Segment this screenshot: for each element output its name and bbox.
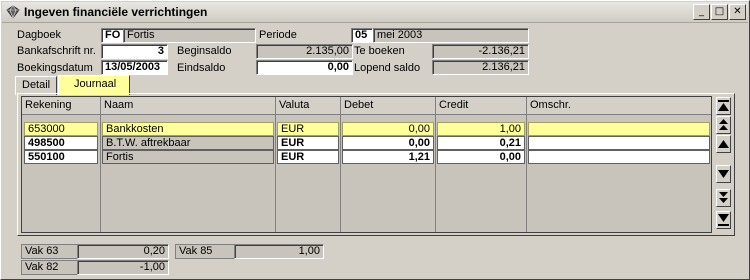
cell-omschr[interactable] bbox=[528, 122, 710, 136]
record-navigator bbox=[716, 97, 731, 232]
app-logo-icon bbox=[6, 5, 20, 19]
vak82-field: -1,00 bbox=[77, 260, 169, 275]
column-divider bbox=[275, 115, 276, 232]
column-header-naam[interactable]: Naam bbox=[101, 97, 276, 115]
first-record-icon bbox=[718, 100, 729, 111]
beginsaldo-field: 2.135,00 bbox=[256, 44, 353, 59]
transactions-grid: Rekening Naam Valuta Debet Credit Omschr… bbox=[21, 96, 712, 233]
cell-naam: B.T.W. aftrekbaar bbox=[102, 136, 274, 150]
minimize-button[interactable]: _ bbox=[693, 4, 710, 20]
tab-journaal[interactable]: Journaal bbox=[58, 75, 130, 95]
last-record-icon bbox=[718, 214, 729, 226]
maximize-button[interactable]: □ bbox=[711, 4, 728, 20]
bankafschrift-field[interactable]: 3 bbox=[101, 44, 168, 59]
cell-debet[interactable]: 0,00 bbox=[342, 136, 434, 150]
eindsaldo-field[interactable]: 0,00 bbox=[256, 60, 353, 75]
vak85-label: Vak 85 bbox=[175, 244, 235, 259]
dagboek-label: Dagboek bbox=[17, 29, 62, 41]
column-divider bbox=[435, 115, 436, 232]
cell-valuta[interactable]: EUR bbox=[277, 150, 339, 164]
previous-record-button[interactable] bbox=[716, 135, 731, 153]
te-boeken-label: Te boeken bbox=[354, 45, 405, 57]
column-header-debet[interactable]: Debet bbox=[341, 97, 436, 115]
next-record-button[interactable] bbox=[716, 165, 731, 183]
first-record-button[interactable] bbox=[716, 97, 731, 115]
cell-debet[interactable]: 0,00 bbox=[342, 122, 434, 136]
boekingsdatum-field[interactable]: 13/05/2003 bbox=[101, 60, 168, 75]
column-header-rekening[interactable]: Rekening bbox=[22, 97, 101, 115]
cell-omschr[interactable] bbox=[528, 150, 710, 164]
cell-omschr[interactable] bbox=[528, 136, 710, 150]
cell-naam[interactable]: Bankkosten bbox=[102, 122, 274, 136]
column-header-valuta[interactable]: Valuta bbox=[276, 97, 341, 115]
boekingsdatum-label: Boekingsdatum bbox=[17, 62, 93, 74]
dagboek-name-field: Fortis bbox=[123, 28, 256, 43]
cell-credit[interactable]: 0,21 bbox=[437, 136, 525, 150]
cell-valuta[interactable]: EUR bbox=[277, 136, 339, 150]
last-record-button[interactable] bbox=[716, 211, 731, 229]
column-divider bbox=[526, 115, 527, 232]
periode-name-field: mei 2003 bbox=[373, 28, 529, 43]
double-down-icon bbox=[719, 192, 728, 203]
dagboek-code-field[interactable]: FO bbox=[101, 28, 124, 43]
bankafschrift-label: Bankafschrift nr. bbox=[17, 45, 96, 57]
column-header-omschr[interactable]: Omschr. bbox=[527, 97, 711, 115]
cell-debet[interactable]: 1,21 bbox=[342, 150, 434, 164]
cell-rekening[interactable]: 653000 bbox=[24, 122, 98, 136]
cell-credit[interactable]: 1,00 bbox=[437, 122, 525, 136]
down-arrow-icon bbox=[718, 170, 729, 178]
vak82-label: Vak 82 bbox=[21, 260, 78, 275]
page-down-button[interactable] bbox=[716, 189, 731, 207]
column-header-credit[interactable]: Credit bbox=[436, 97, 527, 115]
periode-number-field[interactable]: 05 bbox=[351, 28, 373, 43]
window-title: Ingeven financiële verrichtingen bbox=[24, 5, 208, 19]
lopend-saldo-label: Lopend saldo bbox=[354, 62, 421, 74]
main-window: Ingeven financiële verrichtingen _ □ ✕ D… bbox=[0, 0, 750, 280]
column-divider bbox=[100, 115, 101, 232]
periode-label: Periode bbox=[259, 29, 297, 41]
close-button[interactable]: ✕ bbox=[729, 4, 746, 20]
up-arrow-icon bbox=[718, 140, 729, 148]
cell-naam: Fortis bbox=[102, 150, 274, 164]
cell-rekening[interactable]: 550100 bbox=[24, 150, 98, 164]
cell-rekening[interactable]: 498500 bbox=[24, 136, 98, 150]
vak85-field: 1,00 bbox=[234, 244, 324, 259]
lopend-saldo-field: 2.136,21 bbox=[432, 60, 529, 75]
page-up-button[interactable] bbox=[716, 116, 731, 134]
column-divider bbox=[340, 115, 341, 232]
cell-credit[interactable]: 0,00 bbox=[437, 150, 525, 164]
vak63-label: Vak 63 bbox=[21, 244, 78, 259]
title-bar[interactable]: Ingeven financiële verrichtingen _ □ ✕ bbox=[2, 2, 748, 23]
vak63-field: 0,20 bbox=[77, 244, 169, 259]
beginsaldo-label: Beginsaldo bbox=[177, 45, 232, 57]
eindsaldo-label: Eindsaldo bbox=[177, 62, 226, 74]
te-boeken-field: -2.136,21 bbox=[432, 44, 529, 59]
double-up-icon bbox=[719, 119, 728, 130]
cell-valuta[interactable]: EUR bbox=[277, 122, 339, 136]
